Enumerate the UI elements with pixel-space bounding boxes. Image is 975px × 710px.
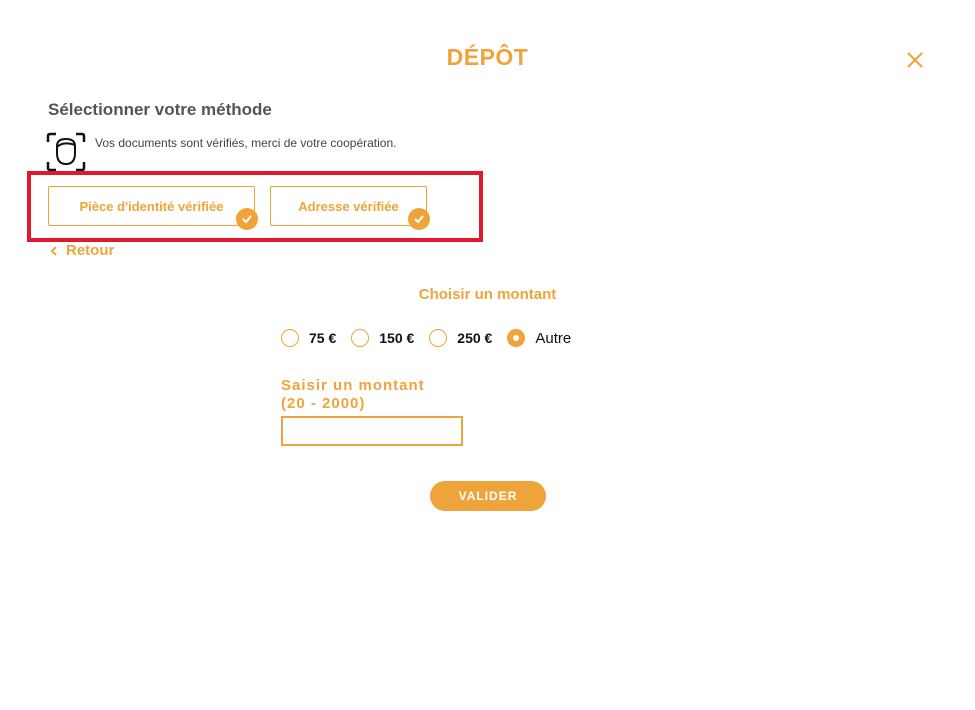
amount-options: 75 € 150 € 250 € Autre [281, 329, 586, 347]
amount-option-150[interactable]: 150 € [351, 329, 414, 347]
verification-note: Vos documents sont vérifiés, merci de vo… [95, 136, 397, 150]
amount-option-250[interactable]: 250 € [429, 329, 492, 347]
amount-option-label: 150 € [379, 330, 415, 346]
chevron-left-icon [50, 245, 57, 256]
custom-amount-label: Saisir un montant (20 - 2000) [281, 377, 425, 413]
radio-button[interactable] [429, 329, 448, 347]
address-document-button[interactable]: Adresse vérifiée [270, 186, 427, 226]
radio-button[interactable] [351, 329, 370, 347]
address-document-label: Adresse vérifiée [298, 198, 399, 214]
method-heading: Sélectionner votre méthode [48, 100, 272, 119]
radio-button-selected[interactable] [507, 329, 526, 347]
radio-button[interactable] [281, 329, 299, 347]
amount-option-75[interactable]: 75 € [281, 329, 336, 347]
amount-option-label: 250 € [457, 330, 493, 346]
validate-button[interactable]: VALIDER [430, 481, 546, 511]
face-scan-icon [46, 132, 86, 172]
amount-heading: Choisir un montant [418, 286, 557, 303]
custom-amount-range: (20 - 2000) [281, 395, 366, 412]
close-button[interactable] [903, 48, 927, 72]
amount-option-other[interactable]: Autre [507, 329, 571, 347]
back-label: Retour [66, 242, 115, 259]
check-icon [414, 215, 424, 224]
custom-amount-label-line1: Saisir un montant [281, 377, 425, 394]
amount-option-label: Autre [535, 329, 572, 347]
back-link[interactable]: Retour [50, 242, 114, 259]
modal-title: DÉPÔT [446, 44, 529, 70]
close-icon [907, 52, 923, 68]
custom-amount-input[interactable] [281, 416, 463, 446]
id-document-button[interactable]: Pièce d'identité vérifiée [48, 186, 255, 226]
id-document-label: Pièce d'identité vérifiée [79, 198, 224, 214]
id-verified-badge [236, 208, 258, 230]
amount-option-label: 75 € [309, 330, 337, 346]
address-verified-badge [408, 208, 430, 230]
check-icon [242, 215, 252, 224]
